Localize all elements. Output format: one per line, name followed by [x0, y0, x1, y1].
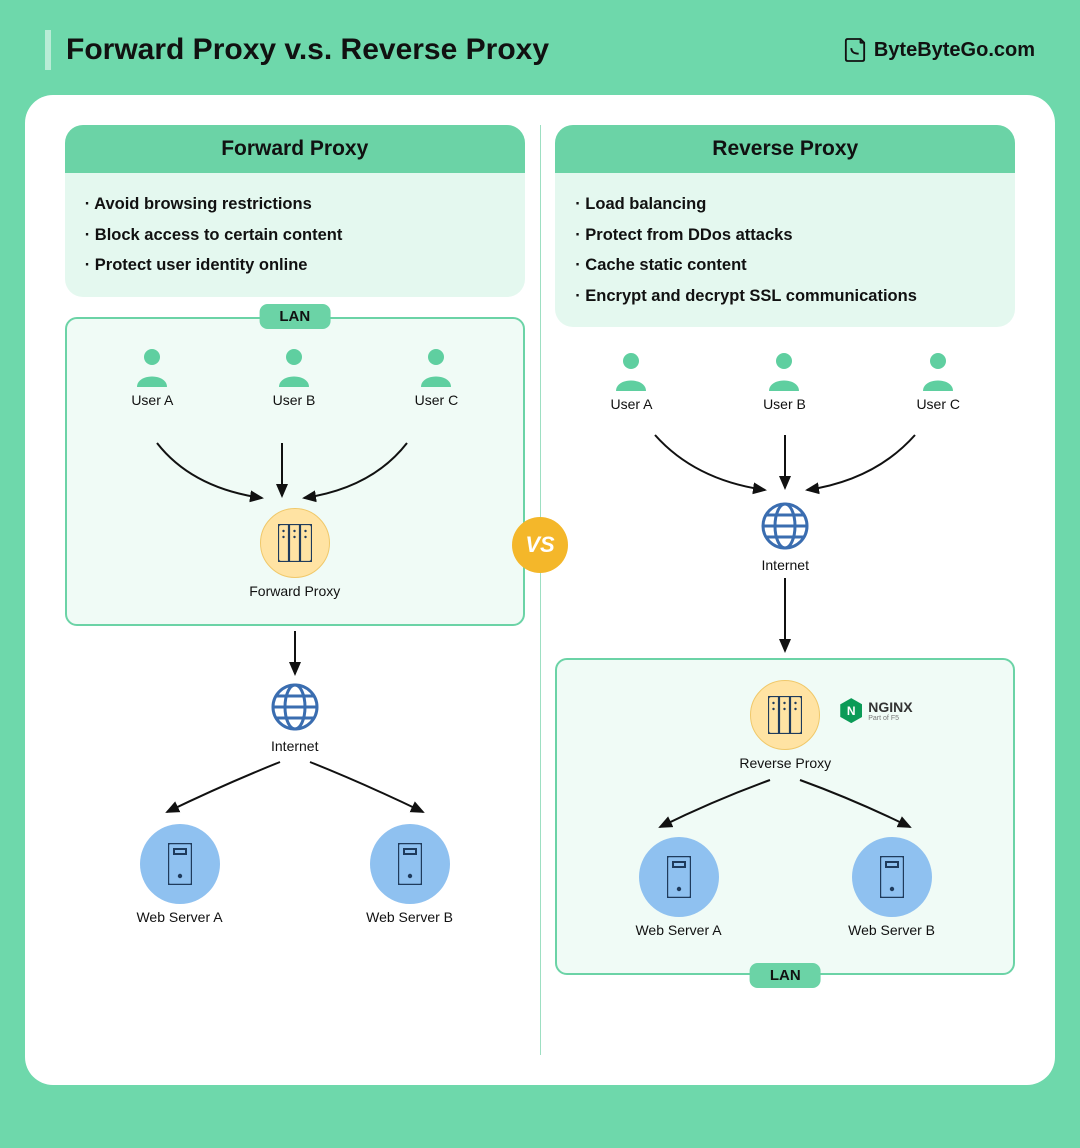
user-label: User B [273, 392, 316, 408]
comparison-card: VS Forward Proxy · Avoid browsing restri… [25, 95, 1055, 1085]
server-node: Web Server A [136, 824, 222, 925]
server-label: Web Server B [366, 909, 453, 925]
forward-servers-row: Web Server A Web Server B [65, 824, 525, 925]
reverse-column: Reverse Proxy · Load balancing · Protect… [541, 125, 1031, 1055]
internet-to-servers-arrows [85, 754, 505, 824]
bullet-item: · Protect user identity online [85, 250, 505, 281]
user-node: User C [916, 351, 960, 412]
user-label: User C [415, 392, 459, 408]
user-label: User A [131, 392, 173, 408]
brand-text: ByteByteGo.com [874, 39, 1035, 62]
bullet-item: · Block access to certain content [85, 220, 505, 251]
internet-label: Internet [271, 738, 318, 754]
user-icon [612, 351, 650, 391]
reverse-users-row: User A User B User C [555, 351, 1015, 412]
reverse-proxy-node: Reverse Proxy [739, 680, 831, 772]
user-icon [133, 347, 171, 387]
user-node: User B [273, 347, 316, 408]
bullet-item: · Load balancing [575, 189, 995, 220]
server-label: Web Server A [136, 909, 222, 925]
server-icon [370, 824, 450, 904]
diagram-header: Forward Proxy v.s. Reverse Proxy ByteByt… [25, 30, 1055, 70]
lan-label: LAN [750, 963, 821, 988]
internet-node: Internet [759, 500, 811, 573]
server-icon [639, 837, 719, 917]
forward-column: Forward Proxy · Avoid browsing restricti… [50, 125, 540, 1055]
user-icon [275, 347, 313, 387]
user-label: User B [763, 396, 806, 412]
server-label: Web Server B [848, 922, 935, 938]
internet-to-proxy-arrow [755, 573, 815, 658]
forward-heading: Forward Proxy [65, 125, 525, 173]
user-node: User A [610, 351, 652, 412]
brand-box-icon [844, 37, 866, 63]
user-label: User C [916, 396, 960, 412]
server-node: Web Server A [635, 837, 721, 938]
reverse-lan-box: LAN Reverse Proxy N NGINX [555, 658, 1015, 975]
server-icon [140, 824, 220, 904]
globe-icon [269, 681, 321, 733]
proxy-to-internet-arrow [265, 626, 325, 681]
proxy-to-servers-arrows [575, 772, 995, 837]
forward-lan-box: LAN User A User B User C [65, 317, 525, 626]
proxy-label: Reverse Proxy [739, 755, 831, 772]
reverse-proxy-wrap: Reverse Proxy N NGINX Part of F5 [572, 680, 998, 772]
forward-users-row: User A User B User C [82, 347, 508, 408]
user-node: User B [763, 351, 806, 412]
forward-proxy-node: Forward Proxy [82, 508, 508, 599]
reverse-bullets: · Load balancing · Protect from DDos att… [555, 173, 1015, 327]
proxy-label: Forward Proxy [249, 583, 340, 599]
title-accent [45, 30, 51, 70]
nginx-hex-icon: N [840, 698, 862, 723]
proxy-icon [750, 680, 820, 750]
user-label: User A [610, 396, 652, 412]
user-node: User A [131, 347, 173, 408]
brand-logo: ByteByteGo.com [844, 37, 1035, 63]
internet-node: Internet [269, 681, 321, 754]
bullet-item: · Encrypt and decrypt SSL communications [575, 281, 995, 312]
user-node: User C [415, 347, 459, 408]
reverse-heading: Reverse Proxy [555, 125, 1015, 173]
server-icon [852, 837, 932, 917]
nginx-text: NGINX Part of F5 [868, 699, 912, 722]
bullet-item: · Cache static content [575, 250, 995, 281]
forward-info-box: Forward Proxy · Avoid browsing restricti… [65, 125, 525, 297]
server-node: Web Server B [848, 837, 935, 938]
main-title: Forward Proxy v.s. Reverse Proxy [66, 33, 549, 67]
users-to-internet-arrows [575, 430, 995, 500]
internet-label: Internet [762, 557, 809, 573]
title-wrap: Forward Proxy v.s. Reverse Proxy [45, 30, 549, 70]
bullet-item: · Protect from DDos attacks [575, 220, 995, 251]
users-to-proxy-arrows [82, 438, 482, 508]
proxy-icon [260, 508, 330, 578]
globe-icon [759, 500, 811, 552]
lan-label: LAN [259, 304, 330, 329]
nginx-badge: N NGINX Part of F5 [840, 698, 912, 723]
forward-bullets: · Avoid browsing restrictions · Block ac… [65, 173, 525, 297]
user-icon [765, 351, 803, 391]
vs-badge: VS [512, 517, 568, 573]
server-node: Web Server B [366, 824, 453, 925]
bullet-item: · Avoid browsing restrictions [85, 189, 505, 220]
reverse-info-box: Reverse Proxy · Load balancing · Protect… [555, 125, 1015, 327]
server-label: Web Server A [635, 922, 721, 938]
user-icon [417, 347, 455, 387]
reverse-servers-row: Web Server A Web Server B [572, 837, 998, 938]
user-icon [919, 351, 957, 391]
